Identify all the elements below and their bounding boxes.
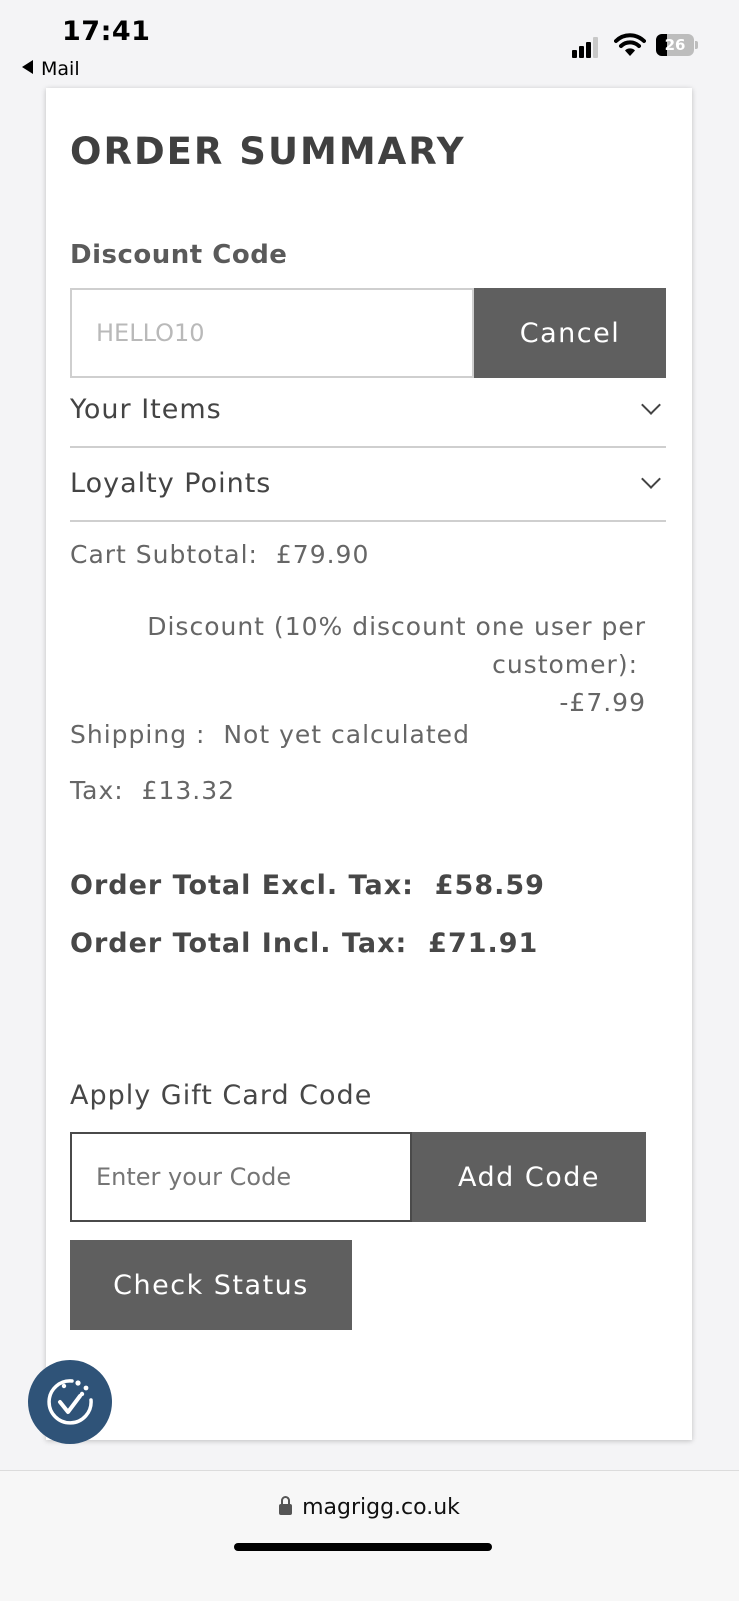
shipping-label: Shipping : bbox=[70, 720, 206, 749]
back-to-mail-link[interactable]: Mail bbox=[22, 58, 80, 80]
home-indicator bbox=[234, 1543, 492, 1551]
back-app-label: Mail bbox=[41, 58, 80, 80]
cart-subtotal: Cart Subtotal: £79.90 bbox=[70, 540, 369, 569]
cart-subtotal-label: Cart Subtotal: bbox=[70, 540, 258, 569]
total-excl-value: £58.59 bbox=[434, 870, 545, 901]
discount-code-input[interactable] bbox=[70, 288, 474, 378]
total-incl-label: Order Total Incl. Tax: bbox=[70, 928, 408, 959]
chevron-down-icon bbox=[641, 395, 661, 415]
tax-line: Tax: £13.32 bbox=[70, 776, 235, 805]
shipping-line: Shipping : Not yet calculated bbox=[70, 720, 470, 749]
wifi-icon bbox=[614, 33, 646, 56]
lock-icon bbox=[279, 1496, 293, 1515]
total-excl-label: Order Total Excl. Tax: bbox=[70, 870, 414, 901]
browser-bottom-bar: magrigg.co.uk bbox=[0, 1470, 739, 1601]
page-title: ORDER SUMMARY bbox=[70, 130, 466, 173]
your-items-label: Your Items bbox=[70, 393, 222, 425]
order-summary-card: ORDER SUMMARY Discount Code Cancel Your … bbox=[46, 88, 692, 1440]
cookie-consent-badge[interactable] bbox=[28, 1360, 112, 1444]
total-incl-value: £71.91 bbox=[428, 928, 539, 959]
shipping-value: Not yet calculated bbox=[223, 720, 470, 749]
order-total-excl-tax: Order Total Excl. Tax: £58.59 bbox=[70, 870, 545, 901]
loyalty-points-label: Loyalty Points bbox=[70, 467, 272, 499]
discount-summary: Discount (10% discount one user per cust… bbox=[86, 608, 646, 722]
check-status-button[interactable]: Check Status bbox=[70, 1240, 352, 1330]
address-bar[interactable]: magrigg.co.uk bbox=[0, 1495, 739, 1520]
cancel-discount-button[interactable]: Cancel bbox=[474, 288, 666, 378]
your-items-accordion[interactable]: Your Items bbox=[70, 372, 666, 448]
tax-value: £13.32 bbox=[141, 776, 236, 805]
tax-label: Tax: bbox=[70, 776, 124, 805]
back-arrow-icon bbox=[22, 60, 33, 74]
status-time: 17:41 bbox=[62, 16, 151, 47]
discount-description-cont: customer): bbox=[492, 650, 638, 679]
loyalty-points-accordion[interactable]: Loyalty Points bbox=[70, 446, 666, 522]
signal-icon bbox=[572, 36, 604, 58]
discount-amount: -£7.99 bbox=[559, 688, 646, 717]
chevron-down-icon bbox=[641, 469, 661, 489]
discount-description: Discount (10% discount one user per bbox=[147, 612, 646, 641]
order-total-incl-tax: Order Total Incl. Tax: £71.91 bbox=[70, 928, 538, 959]
cart-subtotal-value: £79.90 bbox=[275, 540, 370, 569]
discount-code-label: Discount Code bbox=[70, 240, 288, 270]
url-text: magrigg.co.uk bbox=[302, 1495, 460, 1520]
add-code-button[interactable]: Add Code bbox=[412, 1132, 646, 1222]
gift-card-label: Apply Gift Card Code bbox=[70, 1080, 373, 1111]
battery-level: 26 bbox=[664, 36, 686, 54]
gift-card-input[interactable] bbox=[70, 1132, 412, 1222]
cookie-check-icon bbox=[47, 1379, 93, 1425]
battery-icon: 26 bbox=[656, 34, 698, 56]
